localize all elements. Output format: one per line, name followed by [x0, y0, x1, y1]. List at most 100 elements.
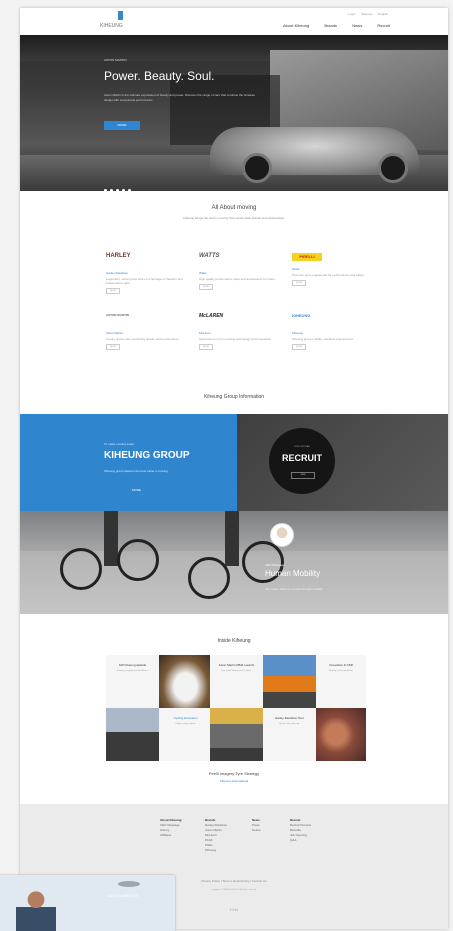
footer-col-about: About Kiheung CEO Message History Affili…	[160, 818, 182, 838]
footer-link[interactable]: Affiliates	[160, 833, 182, 838]
mobility-small-text: CEO Message	[265, 563, 285, 567]
group-info-title: Kiheung Group Information	[203, 394, 265, 400]
harley-logo[interactable]: HARLEY	[106, 253, 196, 267]
tile-desc: New model launch event in Seoul.	[221, 670, 252, 672]
logo[interactable]: KIHEUNG	[100, 23, 123, 29]
brand-card: WATTS Watts High quality performance par…	[199, 253, 289, 290]
brand-desc: Premium tyres engineered for performance…	[292, 273, 365, 277]
brand-desc: Luxury sports cars combining beauty and …	[106, 337, 180, 341]
aston-martin-logo[interactable]: ASTON MARTIN	[106, 313, 196, 327]
inside-tile[interactable]: SW Kiheung Awards Kiheung recognized for…	[106, 655, 159, 708]
nav-news[interactable]: News	[352, 23, 362, 28]
watts-logo[interactable]: WATTS	[199, 253, 289, 267]
overlay-text: ASTON MARTIN	[108, 893, 139, 898]
slide-dot[interactable]	[128, 189, 131, 191]
inside-photo-store[interactable]	[210, 708, 263, 761]
footer-link[interactable]: Q&A	[290, 838, 311, 843]
recruit-small-text: JOIN OUR TEAM	[294, 446, 310, 448]
main-nav: About Kiheung Brands News Recruit	[269, 23, 390, 28]
inside-photo-harley[interactable]	[316, 708, 366, 761]
group-title: KIHEUNG GROUP	[104, 450, 190, 461]
slide-dot[interactable]	[110, 189, 113, 191]
inside-footer-line1: Pirelli Imagery Tyre Strategy	[208, 771, 260, 776]
inside-photo-mclaren[interactable]	[263, 655, 316, 708]
inside-tile[interactable]: Harley-Davidson Tour Annual rider gather…	[263, 708, 316, 761]
recruit-circle[interactable]: JOIN OUR TEAM RECRUIT VIEW	[269, 428, 335, 494]
footer-col-news: News Press Notice	[252, 818, 261, 833]
brand-more-button[interactable]: MORE	[292, 344, 306, 350]
inside-tile[interactable]: Cycling Education Riding safety program.	[159, 708, 212, 761]
utility-links: Login Sitemap English	[343, 12, 388, 16]
brand-more-button[interactable]: MORE	[292, 280, 306, 286]
rider-figure	[104, 511, 118, 566]
about-subtitle: Kiheung brings the best in moving from w…	[183, 216, 285, 220]
site-header: KIHEUNG Login Sitemap English About Kihe…	[20, 8, 448, 35]
brand-name[interactable]: Pirelli	[292, 267, 382, 271]
brand-card: HARLEY Harley-Davidson Legendary motorcy…	[106, 253, 196, 294]
inside-tile[interactable]: Aston Martin DB11 Launch New model launc…	[210, 655, 263, 708]
group-desc: Kiheung group delivers the best value in…	[104, 469, 169, 473]
brand-desc: Kiheung group mobility solutions and ser…	[292, 337, 354, 341]
tile-desc: Kiheung social contribution.	[328, 670, 354, 672]
group-more-link[interactable]: MORE	[132, 488, 141, 492]
page: KIHEUNG Login Sitemap English About Kihe…	[20, 8, 448, 929]
tile-desc: Kiheung recognized for excellence.	[116, 670, 149, 672]
logo-mark-icon	[118, 11, 123, 20]
brand-name[interactable]: McLaren	[199, 331, 289, 335]
brand-name[interactable]: Harley-Davidson	[106, 271, 196, 275]
hero-title: Power. Beauty. Soul.	[104, 69, 215, 83]
brand-desc: Supercars born from racing technology an…	[199, 337, 272, 341]
hero-banner: ASTON MARTIN Power. Beauty. Soul. Aston …	[20, 35, 448, 191]
kiheung-group-banner[interactable]: To make moving smart KIHEUNG GROUP Kiheu…	[20, 414, 237, 511]
tile-desc: Riding safety program.	[175, 723, 196, 725]
tile-title: SW Kiheung Awards	[118, 663, 147, 667]
mobility-desc: We create value for people through mobil…	[265, 587, 324, 591]
brand-more-button[interactable]: MORE	[106, 288, 120, 294]
inside-grid: SW Kiheung Awards Kiheung recognized for…	[106, 655, 366, 761]
brand-name[interactable]: Kiheung	[292, 331, 382, 335]
slide-dot[interactable]	[122, 189, 125, 191]
hero-emblem: ASTON MARTIN	[104, 58, 127, 62]
rider-figure	[225, 511, 239, 566]
brand-desc: High quality performance parts and acces…	[199, 277, 276, 281]
util-sitemap[interactable]: Sitemap	[361, 12, 372, 16]
brand-more-button[interactable]: MORE	[106, 344, 120, 350]
hero-more-button[interactable]: MORE	[104, 121, 140, 130]
kiheung-logo[interactable]: KIHEUNG	[292, 313, 382, 327]
brand-more-button[interactable]: MORE	[199, 284, 213, 290]
brand-name[interactable]: Watts	[199, 271, 289, 275]
car-wheel	[378, 153, 408, 183]
nav-about[interactable]: About Kiheung	[283, 23, 309, 28]
brand-card: ASTON MARTIN Aston Martin Luxury sports …	[106, 313, 196, 350]
mclaren-logo[interactable]: McLAREN	[199, 313, 289, 327]
bike-wheel	[188, 557, 230, 599]
nav-recruit[interactable]: Recruit	[377, 23, 390, 28]
inside-footer-line2[interactable]: Kiheung International	[20, 779, 448, 783]
footer-link[interactable]: Notice	[252, 828, 261, 833]
brand-card: PIRELLI Pirelli Premium tyres engineered…	[292, 253, 382, 286]
pirelli-logo[interactable]: PIRELLI	[292, 253, 322, 261]
nav-brands[interactable]: Brands	[324, 23, 337, 28]
car-wheel	[242, 153, 272, 183]
inside-photo-car[interactable]	[159, 655, 212, 708]
recruit-button[interactable]: VIEW	[291, 472, 315, 479]
brand-name[interactable]: Aston Martin	[106, 331, 196, 335]
util-login[interactable]: Login	[348, 12, 355, 16]
slide-dots	[104, 179, 134, 191]
util-english[interactable]: English	[378, 12, 388, 16]
hero-description: Aston Martin is the ultimate expression …	[104, 93, 255, 102]
inside-photo-cycling[interactable]	[106, 708, 159, 761]
about-title: All About moving	[211, 205, 257, 211]
bike-wheel	[60, 548, 102, 590]
slide-dot[interactable]	[116, 189, 119, 191]
ceo-avatar	[270, 523, 294, 547]
tile-title: Cycling Education	[173, 716, 198, 720]
brand-more-button[interactable]: MORE	[199, 344, 213, 350]
inside-tile[interactable]: Innovation & CSR Kiheung social contribu…	[316, 655, 366, 708]
slide-dot[interactable]	[104, 189, 107, 191]
tile-title: Aston Martin DB11 Launch	[218, 663, 255, 667]
tile-title: Harley-Davidson Tour	[275, 716, 304, 720]
footer-link[interactable]: Kiheung	[205, 848, 227, 853]
recruit-title: RECRUIT	[282, 453, 322, 463]
group-small-text: To make moving smart	[104, 442, 135, 446]
